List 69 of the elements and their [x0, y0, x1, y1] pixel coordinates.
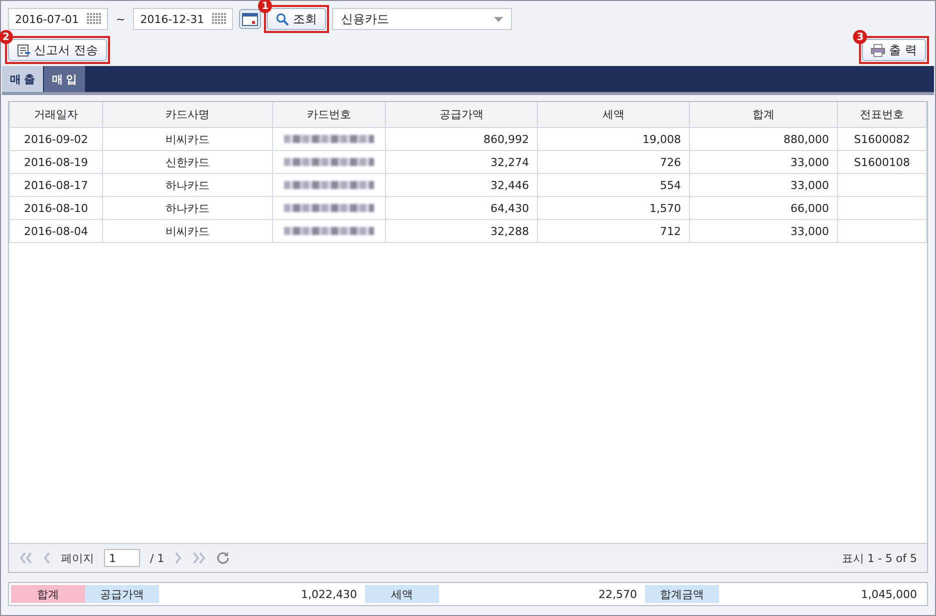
table-cell: 하나카드	[102, 196, 272, 220]
table-cell: 2016-08-10	[10, 196, 102, 220]
submit-report-button[interactable]: 신고서 전송	[8, 39, 107, 61]
table-cell: 비씨카드	[102, 128, 272, 150]
summary-title: 합계	[11, 585, 85, 603]
table-cell: 하나카드	[102, 174, 272, 196]
date-field[interactable]: 2016-07-01	[8, 8, 108, 30]
range-separator: ~	[116, 12, 126, 26]
first-page-icon[interactable]	[19, 552, 33, 564]
tab[interactable]: 매 출	[2, 66, 44, 92]
summary-value: 1,045,000	[860, 586, 918, 602]
table-cell: 32,274	[386, 150, 538, 174]
table-cell: 비씨카드	[102, 220, 272, 242]
date-field[interactable]: 2016-12-31	[133, 8, 234, 30]
printer-icon	[871, 44, 886, 56]
card-type-dropdown[interactable]: 신용카드	[332, 8, 512, 30]
table-cell: 66,000	[690, 196, 838, 220]
table-cell: 2016-08-19	[10, 150, 102, 174]
table-cell: 880,000	[690, 128, 838, 150]
table-cell: 860,992	[386, 128, 538, 150]
page-total: / 1	[150, 552, 164, 564]
table-cell: 1,570	[538, 196, 690, 220]
page-input[interactable]: 1	[104, 549, 140, 567]
column-header: 카드사명	[102, 102, 272, 128]
column-header: 카드번호	[272, 102, 386, 128]
table-cell: 554	[538, 174, 690, 196]
summary-value: 1,022,430	[300, 586, 358, 602]
document-icon	[17, 44, 30, 56]
table-cell: 33,000	[690, 220, 838, 242]
summary-label: 공급가액	[85, 585, 159, 603]
search-icon	[276, 12, 290, 26]
table-cell: 712	[538, 220, 690, 242]
tab[interactable]: 매 입	[44, 66, 86, 92]
table-cell: 64,430	[386, 196, 538, 220]
column-header: 공급가액	[386, 102, 538, 128]
calendar-icon[interactable]	[87, 13, 101, 25]
refresh-icon[interactable]	[216, 551, 230, 565]
table-cell: 33,000	[690, 174, 838, 196]
table-cell: 32,288	[386, 220, 538, 242]
table-cell: S1600108	[838, 150, 926, 174]
table-cell: 726	[538, 150, 690, 174]
table-cell: 2016-08-04	[10, 220, 102, 242]
summary-label: 세액	[365, 585, 439, 603]
table-cell: S1600082	[838, 128, 926, 150]
last-page-icon[interactable]	[192, 552, 206, 564]
next-page-icon[interactable]	[174, 552, 182, 564]
column-header: 세액	[538, 102, 690, 128]
table-cell: 33,000	[690, 150, 838, 174]
table-cell: 신한카드	[102, 150, 272, 174]
column-header: 전표번호	[838, 102, 926, 128]
table-cell: 32,446	[386, 174, 538, 196]
column-header: 거래일자	[10, 102, 102, 128]
search-button[interactable]: 조회	[267, 8, 326, 30]
callout-number: 2	[0, 30, 13, 44]
table-cell: 2016-08-17	[10, 174, 102, 196]
callout-number: 3	[853, 30, 868, 44]
print-button[interactable]: 출 력	[862, 39, 926, 61]
previous-page-icon[interactable]	[43, 552, 51, 564]
caret-icon	[494, 16, 504, 22]
page-label: 페이지	[61, 550, 94, 566]
callout-number: 1	[258, 0, 272, 13]
calendar-icon[interactable]	[212, 13, 226, 25]
table-cell: 19,008	[538, 128, 690, 150]
calendar-button[interactable]	[239, 9, 262, 29]
column-header: 합계	[690, 102, 838, 128]
table-cell: 2016-09-02	[10, 128, 102, 150]
record-count: 표시 1 - 5 of 5	[842, 550, 917, 566]
summary-value: 22,570	[598, 586, 638, 602]
summary-label: 합계금액	[645, 585, 719, 603]
